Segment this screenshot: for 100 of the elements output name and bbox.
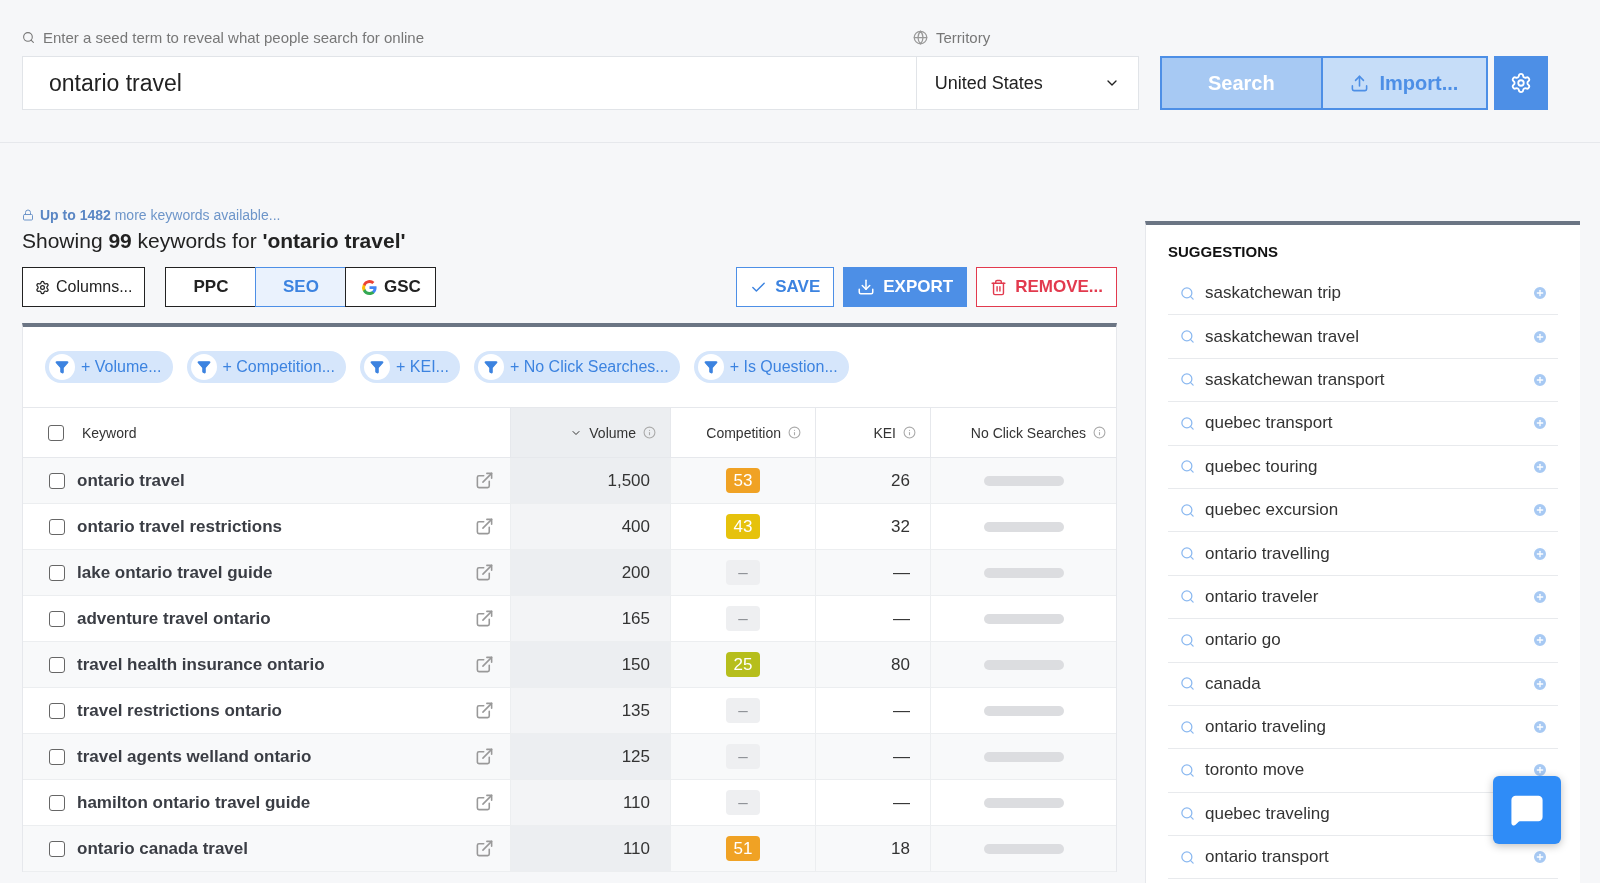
add-icon[interactable] — [1532, 632, 1548, 649]
search-icon — [1180, 806, 1195, 822]
select-all-checkbox[interactable] — [48, 424, 64, 441]
mode-tab[interactable]: GSC — [345, 267, 437, 307]
add-icon[interactable] — [1532, 415, 1548, 432]
suggestion-item[interactable]: quebec touring — [1180, 456, 1318, 477]
globe-icon — [913, 29, 928, 45]
remove-button[interactable]: REMOVE... — [976, 267, 1117, 307]
row-checkbox[interactable] — [49, 794, 65, 811]
table-cell: — — [815, 688, 930, 734]
add-icon[interactable] — [1532, 545, 1548, 562]
suggestion-item[interactable]: quebec traveling — [1180, 803, 1330, 824]
external-link-icon — [475, 747, 494, 766]
row-checkbox[interactable] — [49, 610, 65, 627]
add-icon[interactable] — [1532, 328, 1548, 345]
table-cell: 110 — [510, 826, 670, 872]
table-cell: 80 — [815, 642, 930, 688]
add-icon[interactable] — [1532, 502, 1548, 519]
table-cell: — — [815, 734, 930, 780]
row-checkbox[interactable] — [49, 518, 65, 535]
suggestion-item[interactable]: saskatchewan transport — [1180, 369, 1385, 390]
competition-badge: – — [726, 606, 760, 631]
add-icon[interactable] — [1532, 719, 1548, 736]
filter-icon — [697, 354, 724, 380]
search-icon — [1180, 285, 1195, 301]
column-header[interactable]: Volume — [510, 408, 670, 458]
add-icon[interactable] — [1532, 588, 1548, 605]
mode-tab[interactable]: PPC — [165, 267, 257, 307]
row-checkbox[interactable] — [49, 472, 65, 489]
search-hint: Enter a seed term to reveal what people search for online — [43, 28, 425, 46]
external-link-icon — [475, 563, 494, 582]
columns-button[interactable]: Columns... — [22, 267, 146, 307]
external-link-icon — [475, 517, 494, 536]
table-cell: 165 — [510, 596, 670, 642]
suggestion-item[interactable]: canada — [1180, 673, 1261, 694]
table-cell: 125 — [510, 734, 670, 780]
external-link-icon — [475, 471, 494, 490]
search-icon — [1180, 719, 1195, 735]
row-checkbox[interactable] — [49, 702, 65, 719]
table-cell: 400 — [510, 504, 670, 550]
row-checkbox[interactable] — [49, 656, 65, 673]
table-cell: — — [815, 596, 930, 642]
suggestion-item[interactable]: ontario travelling — [1180, 543, 1330, 564]
chat-icon — [1510, 793, 1544, 827]
table-cell: — — [815, 550, 930, 596]
google-logo-icon — [361, 278, 379, 296]
save-button[interactable]: SAVE — [736, 267, 835, 307]
results-heading: Showing 99 keywords for 'ontario travel' — [22, 229, 406, 252]
add-icon[interactable] — [1532, 285, 1548, 302]
info-icon — [1093, 426, 1106, 439]
chat-button[interactable] — [1493, 776, 1561, 844]
column-header[interactable]: No Click Searches — [930, 408, 1116, 458]
row-checkbox[interactable] — [49, 748, 65, 765]
table-cell: lake ontario travel guide — [23, 550, 510, 596]
keywords-available-notice: Up to 1482 more keywords available... — [40, 207, 281, 223]
search-icon — [1180, 415, 1195, 431]
table-cell: 26 — [815, 458, 930, 504]
add-icon[interactable] — [1532, 458, 1548, 475]
competition-badge: – — [726, 698, 760, 723]
filter-icon — [477, 354, 504, 380]
row-checkbox[interactable] — [49, 564, 65, 581]
table-cell: 135 — [510, 688, 670, 734]
external-link-icon — [475, 701, 494, 720]
external-link-icon — [475, 609, 494, 628]
competition-badge: – — [726, 744, 760, 769]
upload-icon — [1350, 73, 1370, 93]
suggestion-item[interactable]: toronto move — [1180, 760, 1305, 781]
search-icon — [1180, 632, 1195, 648]
add-icon[interactable] — [1532, 675, 1548, 692]
suggestion-item[interactable]: ontario traveler — [1180, 586, 1319, 607]
suggestion-item[interactable]: quebec transport — [1180, 413, 1333, 434]
add-icon[interactable] — [1532, 762, 1548, 779]
territory-dropdown[interactable]: United States — [916, 56, 1139, 110]
settings-icon — [1509, 72, 1532, 94]
download-icon — [857, 278, 876, 296]
competition-badge: – — [726, 560, 760, 585]
info-icon — [643, 426, 656, 439]
suggestion-item[interactable]: saskatchewan travel — [1180, 326, 1360, 347]
suggestion-item[interactable]: ontario transport — [1180, 847, 1329, 868]
suggestion-item[interactable]: saskatchewan trip — [1180, 283, 1342, 304]
column-header[interactable]: Competition — [670, 408, 815, 458]
search-icon — [22, 30, 35, 44]
table-cell: 18 — [815, 826, 930, 872]
trash-icon — [990, 278, 1008, 296]
competition-badge: 43 — [726, 514, 760, 539]
search-icon — [1180, 502, 1195, 518]
add-icon[interactable] — [1532, 371, 1548, 388]
search-field[interactable]: ontario travel — [22, 56, 917, 110]
competition-badge: 53 — [726, 468, 760, 493]
table-cell: 200 — [510, 550, 670, 596]
suggestion-item[interactable]: quebec excursion — [1180, 500, 1339, 521]
row-checkbox[interactable] — [49, 840, 65, 857]
suggestions-title: SUGGESTIONS — [1168, 243, 1280, 260]
suggestion-item[interactable]: ontario traveling — [1180, 717, 1326, 738]
suggestion-item[interactable]: ontario go — [1180, 630, 1281, 651]
settings-button[interactable] — [1493, 56, 1548, 110]
add-icon[interactable] — [1532, 849, 1548, 866]
search-icon — [1180, 676, 1195, 692]
filter-icon — [49, 354, 75, 380]
column-header[interactable]: KEI — [815, 408, 930, 458]
